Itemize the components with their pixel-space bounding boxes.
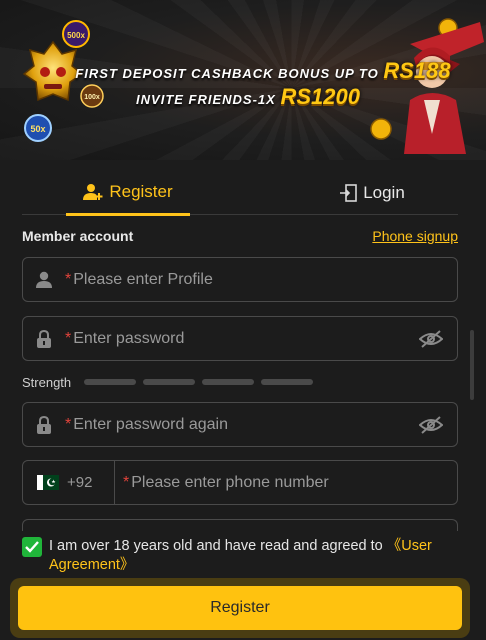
profile-field[interactable]: * Please enter Profile <box>22 257 458 302</box>
strength-bar <box>261 379 313 385</box>
password-strength: Strength <box>22 374 322 390</box>
strength-bar <box>143 379 195 385</box>
scrollbar[interactable] <box>470 330 474 400</box>
register-button[interactable]: Register <box>18 586 462 630</box>
register-button-label: Register <box>210 599 270 616</box>
lock-icon <box>23 329 65 348</box>
checkmark-icon <box>25 541 39 553</box>
required-mark: * <box>65 329 72 347</box>
required-mark: * <box>123 473 130 491</box>
required-mark: * <box>65 415 72 433</box>
promo-cashback-text: FIRST DEPOSIT CASHBACK BONUS UP TO <box>75 66 379 81</box>
promo-invite-text: INVITE FRIENDS-1X <box>136 92 276 107</box>
next-field-partial[interactable] <box>22 519 458 531</box>
strength-bar <box>202 379 254 385</box>
required-mark: * <box>65 270 72 288</box>
agreement-checkbox[interactable] <box>22 537 42 557</box>
user-icon <box>23 271 65 289</box>
strength-bar <box>84 379 136 385</box>
password-confirm-field[interactable]: * Enter password again <box>22 402 458 447</box>
auth-tabs: Register Login <box>22 170 458 216</box>
agreement-statement: I am over 18 years old and have read and… <box>49 538 383 554</box>
eye-hidden-icon[interactable] <box>418 415 444 440</box>
promo-banner[interactable]: 500x 100x 50x FIRST DEPOSIT CASHBACK BON… <box>0 0 486 160</box>
strength-label: Strength <box>22 374 72 390</box>
pakistan-flag-icon <box>37 475 59 490</box>
member-account-label: Member account <box>22 228 134 244</box>
chip-50-icon: 50x <box>24 114 52 142</box>
profile-placeholder: Please enter Profile <box>73 270 213 288</box>
chip-500-icon: 500x <box>62 20 90 48</box>
svg-text:50x: 50x <box>30 124 45 134</box>
eye-hidden-icon[interactable] <box>418 329 444 354</box>
phone-signup-link[interactable]: Phone signup <box>372 228 458 244</box>
agreement-text: I am over 18 years old and have read and… <box>49 537 459 575</box>
dial-code: +92 <box>67 474 93 491</box>
phone-placeholder: Please enter phone number <box>131 473 329 491</box>
add-user-icon <box>83 183 103 200</box>
register-button-container: Register <box>10 578 470 638</box>
tab-register-label: Register <box>109 181 173 201</box>
login-icon <box>340 183 357 202</box>
tab-login-label: Login <box>363 182 405 202</box>
promo-line-invite: INVITE FRIENDS-1X RS1200 <box>0 84 486 110</box>
lock-icon <box>23 415 65 434</box>
member-account-row: Member account Phone signup <box>22 227 458 247</box>
password-again-placeholder: Enter password again <box>73 415 228 433</box>
phone-input[interactable]: * Please enter phone number <box>115 474 329 492</box>
country-code-selector[interactable]: +92 <box>23 461 115 504</box>
tab-register[interactable]: Register <box>66 170 190 216</box>
promo-cashback-amount: RS188 <box>383 58 451 83</box>
phone-field[interactable]: +92 * Please enter phone number <box>22 460 458 505</box>
password-placeholder: Enter password <box>73 329 185 347</box>
promo-line-cashback: FIRST DEPOSIT CASHBACK BONUS UP TO RS188 <box>0 58 486 84</box>
promo-invite-amount: RS1200 <box>280 84 360 109</box>
tab-login[interactable]: Login <box>310 170 434 215</box>
svg-text:500x: 500x <box>67 31 85 40</box>
password-field[interactable]: * Enter password <box>22 316 458 361</box>
